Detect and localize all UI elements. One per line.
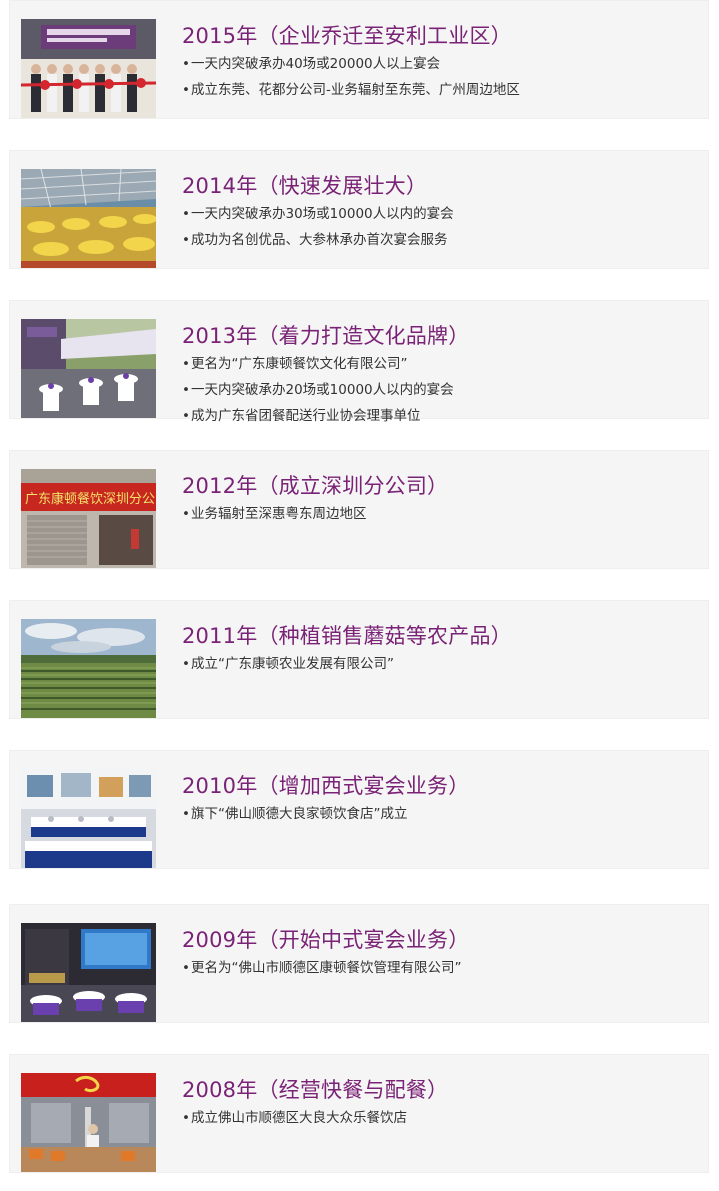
timeline-card-2014: 2014年（快速发展壮大） •一天内突破承办30场或10000人以内的宴会 •成… <box>9 150 709 269</box>
milestone-title: 2012年（成立深圳分公司） <box>182 474 449 498</box>
photo-outdoor-banquet <box>21 169 156 268</box>
milestone-title: 2008年（经营快餐与配餐） <box>182 1078 449 1102</box>
milestone-bullet: •成为广东省团餐配送行业协会理事单位 <box>182 408 421 424</box>
timeline-card-2011: 2011年（种植销售蘑菇等农产品） •成立“广东康顿农业发展有限公司” <box>9 600 709 719</box>
milestone-bullet-list: •一天内突破承办40场或20000人以上宴会 •成立东莞、花都分公司-业务辐射至… <box>182 51 520 103</box>
photo-western-banquet-hall <box>21 769 156 868</box>
timeline-card-2013: 2013年（着力打造文化品牌） •更名为“广东康顿餐饮文化有限公司” •一天内突… <box>9 300 709 424</box>
photo-fast-food-restaurant <box>21 1073 156 1172</box>
milestone-bullet-list: •更名为“佛山市顺德区康顿餐饮管理有限公司” <box>182 955 462 981</box>
milestone-title: 2015年（企业乔迁至安利工业区） <box>182 24 512 48</box>
timeline-card-2008: 2008年（经营快餐与配餐） •成立佛山市顺德区大良大众乐餐饮店 <box>9 1054 709 1173</box>
milestone-bullet: •更名为“佛山市顺德区康顿餐饮管理有限公司” <box>182 960 462 976</box>
photo-ribbon-cutting <box>21 19 156 118</box>
milestone-bullet: •成功为名创优品、大参林承办首次宴会服务 <box>182 232 448 248</box>
milestone-bullet: •成立佛山市顺德区大良大众乐餐饮店 <box>182 1110 407 1126</box>
milestone-title: 2013年（着力打造文化品牌） <box>182 324 470 348</box>
milestone-bullet: •成立“广东康顿农业发展有限公司” <box>182 656 394 672</box>
milestone-bullet-list: •更名为“广东康顿餐饮文化有限公司” •一天内突破承办20场或10000人以内的… <box>182 351 454 429</box>
timeline-card-2009: 2009年（开始中式宴会业务） •更名为“佛山市顺德区康顿餐饮管理有限公司” <box>9 904 709 1023</box>
milestone-bullet-list: •成立“广东康顿农业发展有限公司” <box>182 651 394 677</box>
milestone-bullet-list: •成立佛山市顺德区大良大众乐餐饮店 <box>182 1105 407 1131</box>
photo-outdoor-buffet <box>21 319 156 418</box>
milestone-bullet: •成立东莞、花都分公司-业务辐射至东莞、广州周边地区 <box>182 82 520 98</box>
milestone-bullet: •一天内突破承办40场或20000人以上宴会 <box>182 56 441 72</box>
milestone-title: 2010年（增加西式宴会业务） <box>182 774 470 798</box>
storefront-sign-text: 广东康顿餐饮深圳分公 <box>25 491 155 507</box>
timeline-card-2010: 2010年（增加西式宴会业务） •旗下“佛山顺德大良家顿饮食店”成立 <box>9 750 709 869</box>
milestone-bullet: •更名为“广东康顿餐饮文化有限公司” <box>182 356 408 372</box>
timeline-card-2015: 2015年（企业乔迁至安利工业区） •一天内突破承办40场或20000人以上宴会… <box>9 0 709 119</box>
milestone-bullet: •一天内突破承办20场或10000人以内的宴会 <box>182 382 454 398</box>
photo-shenzhen-storefront: 广东康顿餐饮深圳分公 <box>21 469 156 568</box>
milestone-bullet: •业务辐射至深惠粤东周边地区 <box>182 506 367 522</box>
milestone-bullet: •旗下“佛山顺德大良家顿饮食店”成立 <box>182 806 408 822</box>
milestone-title: 2011年（种植销售蘑菇等农产品） <box>182 624 512 648</box>
photo-farmland <box>21 619 156 718</box>
milestone-bullet-list: •业务辐射至深惠粤东周边地区 <box>182 501 367 527</box>
milestone-title: 2009年（开始中式宴会业务） <box>182 928 470 952</box>
milestone-bullet-list: •旗下“佛山顺德大良家顿饮食店”成立 <box>182 801 408 827</box>
milestone-bullet-list: •一天内突破承办30场或10000人以内的宴会 •成功为名创优品、大参林承办首次… <box>182 201 454 253</box>
milestone-title: 2014年（快速发展壮大） <box>182 174 428 198</box>
photo-chinese-banquet-stage <box>21 923 156 1022</box>
timeline-card-2012: 广东康顿餐饮深圳分公 2012年（成立深圳分公司） •业务辐射至深惠粤东周边地区 <box>9 450 709 569</box>
milestone-bullet: •一天内突破承办30场或10000人以内的宴会 <box>182 206 454 222</box>
